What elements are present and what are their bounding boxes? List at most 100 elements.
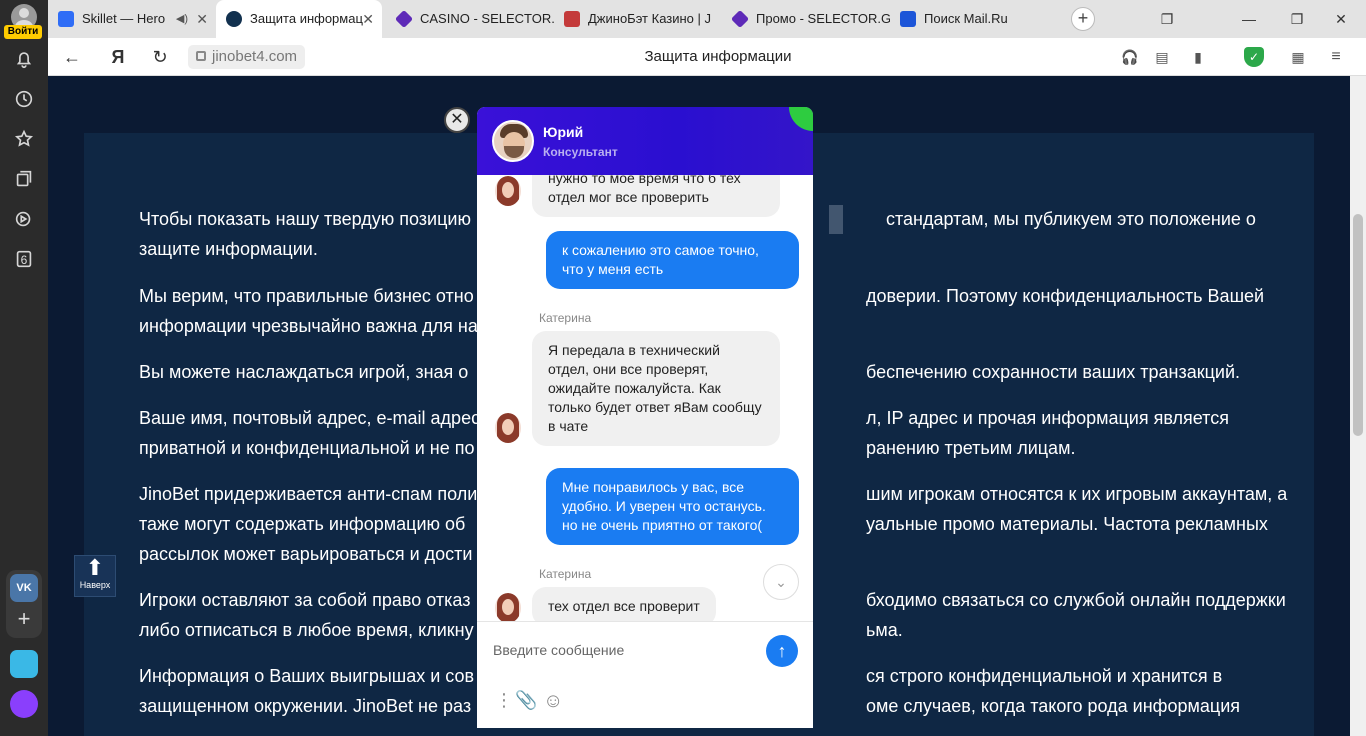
text-line: защищенном окружении. JinoBet не раз (139, 696, 472, 716)
text-line: Чтобы показать нашу твердую позицию (139, 209, 471, 229)
text-line: либо отписаться в любое время, кликну (139, 620, 474, 640)
scrollbar-thumb[interactable] (1353, 214, 1363, 436)
lock-icon (196, 51, 206, 61)
chat-widget: Юрий Консультант нужно то мое время что … (477, 107, 813, 728)
chat-messages[interactable]: нужно то мое время что б тех отдел мог в… (477, 175, 813, 621)
badge-number: 6 (20, 253, 28, 267)
chat-input-area: Введите сообщение ↑ ⋮ 📎 ☺ (477, 621, 813, 728)
tab-skillet[interactable]: Skillet — Hero ◀) ✕ (48, 0, 216, 38)
reader-icon[interactable]: ▤ (1152, 47, 1172, 67)
operator-avatar (492, 120, 534, 162)
tab-title: Поиск Mail.Ru (924, 11, 1008, 26)
gift-favicon-icon (564, 11, 580, 27)
collections-icon[interactable] (12, 168, 36, 192)
tab-title: CASINO - SELECTOR.G (420, 11, 554, 26)
close-window-button[interactable]: ✕ (1320, 0, 1362, 38)
speaker-icon[interactable]: ◀) (176, 0, 188, 38)
text-line: бходимо связаться со службой онлайн подд… (866, 590, 1286, 610)
scroll-down-chevron-icon[interactable]: ⌄ (763, 564, 799, 600)
minimize-button[interactable]: — (1228, 0, 1270, 38)
url-text: jinobet4.com (212, 48, 298, 65)
bookmark-icon[interactable]: ▮ (1188, 47, 1208, 67)
tab-strip: Skillet — Hero ◀) ✕ Защита информац ✕ CA… (48, 0, 1366, 38)
tab-title: Промо - SELECTOR.G (756, 11, 890, 26)
text-line: приватной и конфиденциальной и не по (139, 438, 475, 458)
text-line: рассылок может варьироваться и дости (139, 544, 473, 564)
message-sender: Катерина (539, 567, 592, 581)
close-tab-icon[interactable]: ✕ (362, 0, 374, 38)
agent-avatar (495, 176, 521, 206)
message-sender: Катерина (539, 311, 592, 325)
agent-avatar (495, 593, 521, 621)
text-line: Информация о Ваших выигрышах и сов (139, 666, 475, 686)
messenger-icon[interactable] (10, 650, 38, 678)
text-line: Мы верим, что правильные бизнес отно (139, 286, 474, 306)
text-line: информации чрезвычайно важна для на (139, 316, 478, 336)
agent-avatar (495, 413, 521, 443)
back-arrow-icon[interactable]: ← (60, 45, 84, 69)
text-line: л, IP адрес и прочая информация является (866, 408, 1229, 428)
protect-shield-icon[interactable]: ✓ (1244, 47, 1264, 67)
text-line: Игроки оставляют за собой право отказ (139, 590, 471, 610)
text-cursor (829, 205, 843, 234)
history-clock-icon[interactable] (12, 88, 36, 112)
text-line: ранению третьим лицам. (866, 438, 1076, 458)
text-line: оме случаев, когда такого рода информаци… (866, 696, 1241, 716)
search-favicon-icon (900, 11, 916, 27)
tab-title: ДжиноБэт Казино | J (588, 11, 712, 26)
attach-paperclip-icon[interactable]: 📎 (515, 690, 537, 711)
close-tab-icon[interactable]: ✕ (196, 0, 208, 38)
page-scrollbar[interactable] (1350, 76, 1366, 736)
text-line: уальные промо материалы. Частота рекламн… (866, 514, 1268, 534)
badge-counter-icon[interactable]: 6 (12, 248, 36, 272)
selector-favicon-icon (394, 9, 414, 29)
address-bar: ← Я ↻ jinobet4.com Защита информации 🎧 ▤… (48, 38, 1366, 76)
text-line: Вы можете наслаждаться игрой, зная о (139, 362, 469, 382)
chat-header: Юрий Консультант (477, 107, 813, 175)
incoming-message: нужно то мое время что б тех отдел мог в… (532, 175, 780, 217)
chat-close-button[interactable]: ✕ (444, 107, 470, 133)
incoming-message: тех отдел все проверит (532, 587, 716, 621)
login-button[interactable]: Войти (4, 25, 42, 39)
reload-icon[interactable]: ↻ (148, 45, 172, 69)
message-text: нужно то мое время что б тех (548, 175, 741, 186)
tab-jinobet[interactable]: ДжиноБэт Казино | J (554, 0, 722, 38)
send-arrow-icon[interactable]: ↑ (766, 635, 798, 667)
message-text: отдел мог все проверить (548, 189, 709, 205)
browser-sidebar: Войти 6 VK + (0, 0, 48, 736)
menu-icon[interactable]: ≡ (1326, 47, 1346, 67)
tab-active[interactable]: Защита информац ✕ (216, 0, 382, 38)
emoji-icon[interactable]: ☺ (543, 690, 563, 713)
headphones-icon[interactable]: 🎧 (1120, 47, 1140, 67)
new-tab-button[interactable]: + (1071, 7, 1095, 31)
tab-title: Skillet — Hero (82, 11, 166, 26)
tab-mail-search[interactable]: Поиск Mail.Ru (890, 0, 1058, 38)
outgoing-message: к сожалению это самое точно, что у меня … (546, 231, 799, 289)
add-app-icon[interactable]: + (10, 606, 38, 634)
site-favicon-icon (226, 11, 242, 27)
restore-button[interactable]: ❐ (1276, 0, 1318, 38)
alice-assistant-icon[interactable] (10, 690, 38, 718)
extensions-icon[interactable]: ▦ (1288, 47, 1308, 67)
yandex-logo-icon[interactable]: Я (106, 45, 130, 69)
text-line: доверии. Поэтому конфиденциальность Ваше… (866, 286, 1265, 306)
tab-casino-selector[interactable]: CASINO - SELECTOR.G (386, 0, 554, 38)
text-line: беспечению сохранности ваших транзакций. (866, 362, 1241, 382)
text-line: защите информации. (139, 239, 318, 259)
bell-icon[interactable] (12, 48, 36, 72)
video-play-icon[interactable] (12, 208, 36, 232)
page-title: Защита информации (644, 48, 792, 65)
text-line: шим игрокам относятся к их игровым аккау… (866, 484, 1288, 504)
message-input[interactable]: Введите сообщение (493, 642, 624, 658)
text-line: ся строго конфиденциальной и хранится в (866, 666, 1223, 686)
more-options-icon[interactable]: ⋮ (495, 690, 513, 711)
tab-promo[interactable]: Промо - SELECTOR.G (722, 0, 890, 38)
url-field[interactable]: jinobet4.com (188, 45, 306, 69)
bookmarks-star-icon[interactable] (12, 128, 36, 152)
incoming-message: Я передала в технический отдел, они все … (532, 331, 780, 446)
vk-icon[interactable]: VK (10, 574, 38, 602)
text-line: Ваше имя, почтовый адрес, e-mail адрес (139, 408, 481, 428)
scroll-to-top-button[interactable]: ⬆ Наверх (74, 555, 116, 597)
tab-manager-icon[interactable]: ❐ (1146, 0, 1188, 38)
play-favicon-icon (58, 11, 74, 27)
